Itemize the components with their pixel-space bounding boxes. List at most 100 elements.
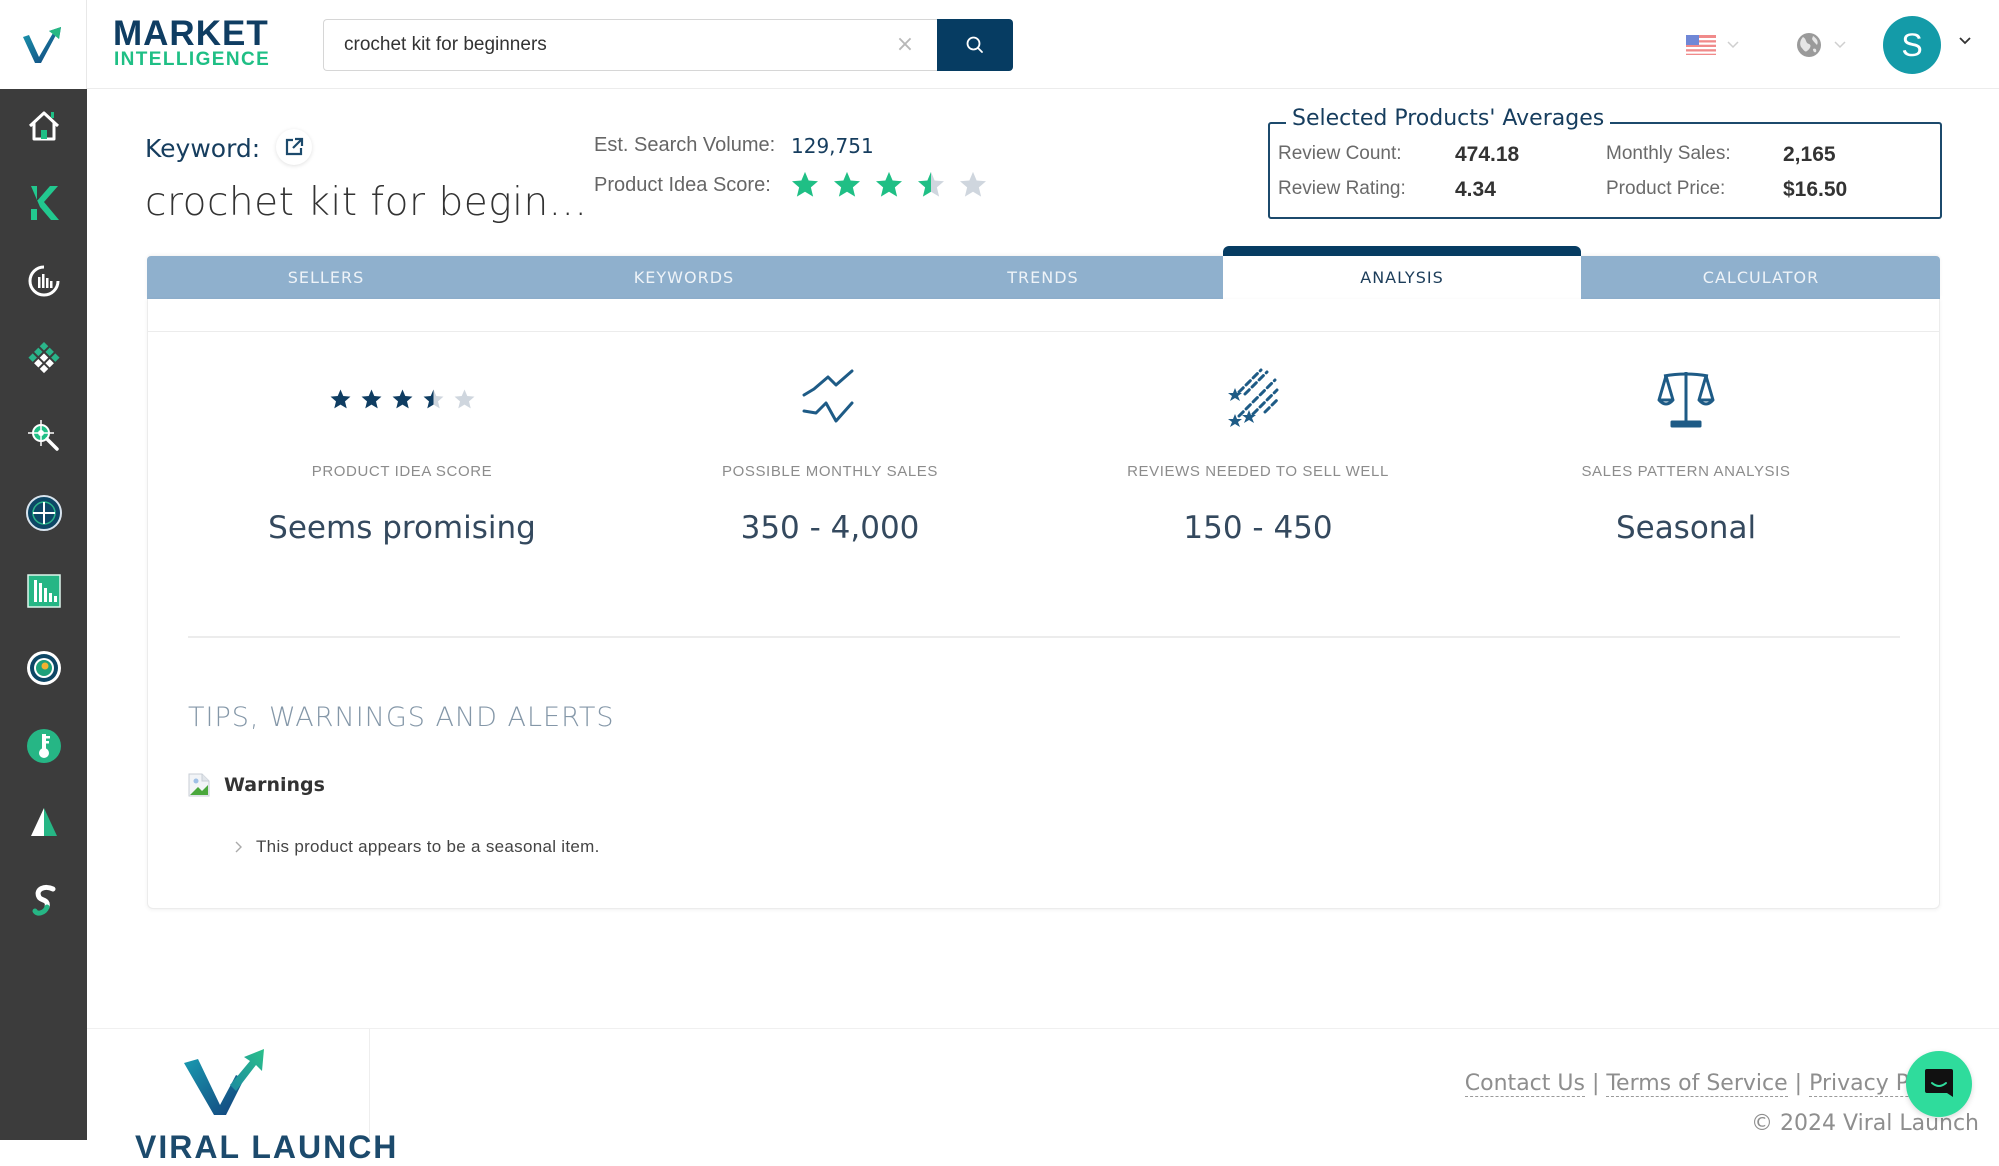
- us-flag-icon: [1686, 35, 1716, 55]
- target-search-icon: [28, 420, 59, 451]
- tab-analysis[interactable]: ANALYSIS: [1223, 246, 1581, 299]
- star-filled-icon: [874, 170, 904, 200]
- user-avatar[interactable]: S: [1883, 16, 1941, 74]
- metric-possible-monthly-sales: POSSIBLE MONTHLY SALES 350 - 4,000: [616, 359, 1044, 546]
- metric-reviews-needed: REVIEWS NEEDED TO SELL WELL 150 - 450: [1044, 359, 1472, 546]
- star-filled-icon: [329, 388, 352, 411]
- sidebar-item-reports[interactable]: [22, 569, 66, 613]
- metric-sales-pattern: SALES PATTERN ANALYSIS Seasonal: [1472, 359, 1900, 546]
- chevron-down-icon: [1727, 41, 1739, 49]
- viral-launch-logo-icon: [184, 1049, 264, 1115]
- sidebar-item-home[interactable]: [22, 104, 66, 148]
- bar-chart-icon: [27, 574, 61, 608]
- k-logo-icon: [31, 186, 59, 220]
- chevron-right-icon: [235, 841, 242, 853]
- warning-item: This product appears to be a seasonal it…: [234, 837, 600, 857]
- keyword-title: crochet kit for begin...: [145, 180, 588, 225]
- chat-icon: [1925, 1069, 1953, 1097]
- shooting-stars-icon: [1228, 368, 1281, 427]
- star-half-icon: [916, 170, 946, 200]
- sail-icon: [31, 808, 57, 836]
- averages-box: [1268, 122, 1942, 219]
- app-logo[interactable]: [0, 0, 87, 89]
- footer-brand-text: VIRAL LAUNCH: [135, 1129, 399, 1165]
- chat-widget-button[interactable]: [1906, 1051, 1972, 1117]
- chart-gauge-icon: [28, 265, 60, 297]
- avg-review-count-value: 474.18: [1455, 143, 1520, 166]
- star-filled-icon: [790, 170, 820, 200]
- top-header: MARKET INTELLIGENCE × S: [87, 0, 1999, 89]
- footer: VIRAL LAUNCH Contact Us | Terms of Servi…: [87, 1028, 1999, 1165]
- footer-links: Contact Us | Terms of Service | Privacy …: [1464, 1071, 1959, 1097]
- home-icon: [28, 111, 60, 141]
- search-bar: ×: [323, 19, 1013, 71]
- key-icon: [27, 729, 61, 763]
- avg-review-count-label: Review Count:: [1278, 143, 1402, 164]
- section-divider: [188, 636, 1900, 638]
- avg-product-price-label: Product Price:: [1606, 178, 1726, 199]
- clear-search-icon[interactable]: ×: [891, 31, 919, 59]
- averages-title: Selected Products' Averages: [1286, 106, 1611, 131]
- sidebar: [0, 0, 87, 1140]
- star-filled-icon: [391, 388, 414, 411]
- sidebar-item-categories[interactable]: [22, 337, 66, 381]
- avg-product-price-value: $16.50: [1783, 178, 1848, 201]
- tab-trends[interactable]: TRENDS: [864, 256, 1222, 299]
- metric-product-idea-score: PRODUCT IDEA SCORE Seems promising: [188, 359, 616, 546]
- chevron-down-icon: [1959, 37, 1971, 45]
- keyword-label: Keyword:: [145, 134, 261, 163]
- contact-us-link[interactable]: Contact Us: [1464, 1071, 1585, 1097]
- swirl-icon: [32, 884, 56, 916]
- idea-score-label: Product Idea Score:: [594, 174, 771, 196]
- warning-text: This product appears to be a seasonal it…: [256, 837, 600, 856]
- crosshair-icon: [26, 495, 62, 531]
- open-keyword-link[interactable]: [276, 129, 312, 165]
- region-selector[interactable]: [1795, 28, 1847, 62]
- ring-icon: [27, 651, 61, 685]
- tab-keywords[interactable]: KEYWORDS: [505, 256, 863, 299]
- avg-review-rating-label: Review Rating:: [1278, 178, 1406, 199]
- star-half-icon: [422, 388, 445, 411]
- viral-launch-logo-icon: [23, 26, 61, 63]
- sidebar-item-integrations[interactable]: [22, 879, 66, 923]
- avg-monthly-sales-value: 2,165: [1783, 143, 1836, 166]
- broken-image-icon: [188, 773, 210, 797]
- tips-heading: TIPS, WARNINGS AND ALERTS: [188, 702, 615, 733]
- footer-logo[interactable]: VIRAL LAUNCH: [95, 1029, 396, 1165]
- sidebar-item-competitor[interactable]: [22, 646, 66, 690]
- metric-value: Seems promising: [268, 510, 536, 546]
- brand-subtitle: INTELLIGENCE: [114, 49, 271, 70]
- search-volume-label: Est. Search Volume:: [594, 134, 776, 156]
- analysis-card: PRODUCT IDEA SCORE Seems promising POSSI…: [147, 299, 1940, 909]
- metric-label: SALES PATTERN ANALYSIS: [1581, 463, 1791, 480]
- avg-monthly-sales-label: Monthly Sales:: [1606, 143, 1731, 164]
- tab-bar: SELLERS KEYWORDS TRENDS ANALYSIS CALCULA…: [147, 246, 1940, 299]
- metric-value: 150 - 450: [1183, 510, 1333, 546]
- tab-calculator[interactable]: CALCULATOR: [1582, 256, 1940, 299]
- star-rating-icon: [188, 359, 616, 439]
- sidebar-item-keyword-manager[interactable]: [22, 724, 66, 768]
- warnings-title: Warnings: [224, 774, 325, 796]
- sidebar-item-analytics[interactable]: [22, 259, 66, 303]
- search-input[interactable]: [323, 19, 938, 71]
- user-menu-toggle[interactable]: [1955, 30, 1975, 50]
- sidebar-item-tracker[interactable]: [22, 491, 66, 535]
- sidebar-item-keyword[interactable]: [22, 181, 66, 225]
- diamond-grid-icon: [28, 342, 60, 374]
- idea-score-stars: [790, 170, 988, 200]
- search-icon: [966, 36, 983, 53]
- card-header-divider: [148, 331, 1939, 332]
- balance-scale-icon: [1657, 372, 1715, 428]
- sidebar-item-launch[interactable]: [22, 801, 66, 845]
- terms-of-service-link[interactable]: Terms of Service: [1606, 1071, 1788, 1097]
- sidebar-item-product-discovery[interactable]: [22, 414, 66, 458]
- trend-lines-icon: [802, 369, 854, 423]
- marketplace-selector[interactable]: [1686, 28, 1740, 62]
- brand-title: MARKET: [113, 14, 269, 53]
- search-button[interactable]: [937, 19, 1013, 71]
- tab-sellers[interactable]: SELLERS: [147, 256, 505, 299]
- star-empty-icon: [958, 170, 988, 200]
- globe-icon: [1797, 33, 1821, 57]
- metric-label: REVIEWS NEEDED TO SELL WELL: [1127, 463, 1389, 480]
- star-filled-icon: [360, 388, 383, 411]
